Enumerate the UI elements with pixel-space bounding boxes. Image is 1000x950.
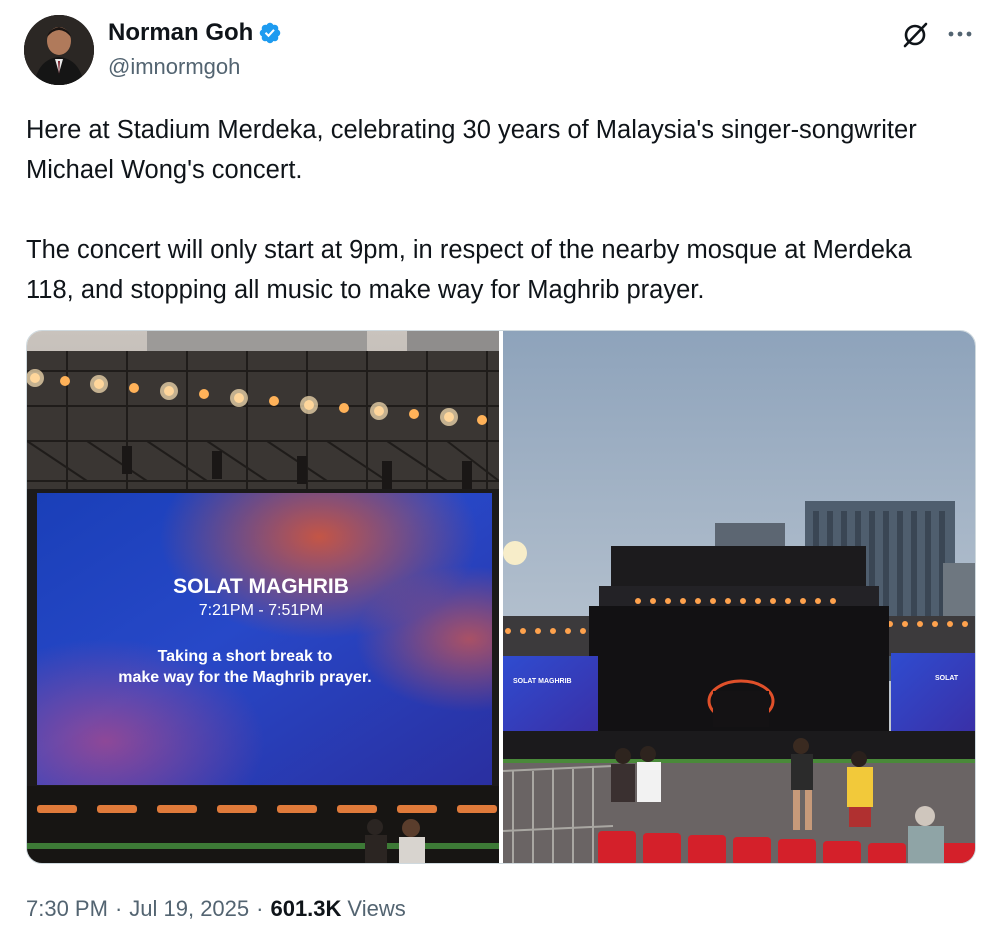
verified-badge-icon [260, 22, 281, 44]
photo-stage-at-dusk[interactable]: SOLAT MAGHRIB SOLAT [503, 331, 975, 863]
small-screen-text-overlay: SOLAT MAGHRIB SOLAT [513, 675, 959, 685]
more-icon[interactable] [946, 22, 974, 46]
author-name-row[interactable]: Norman Goh [108, 19, 282, 47]
tweet-meta: 7:30 PM · Jul 19, 2025 · 601.3K Views [26, 896, 406, 922]
avatar-image [24, 15, 94, 85]
screen-text-overlay: SOLAT MAGHRIB 7:21PM - 7:51PM Taking a s… [118, 575, 371, 686]
media-grid: SOLAT MAGHRIB 7:21PM - 7:51PM Taking a s… [26, 330, 976, 864]
meta-separator: · [114, 896, 123, 921]
small-screen-left-title: SOLAT MAGHRIB [513, 678, 572, 685]
screen-line-2: make way for the Maghrib prayer. [118, 669, 371, 686]
views-count: 601.3K [270, 896, 342, 921]
tweet-time[interactable]: 7:30 PM [26, 896, 108, 922]
screen-time: 7:21PM - 7:51PM [199, 602, 324, 619]
author-handle[interactable]: @imnormgoh [108, 54, 240, 80]
tweet-paragraph-2: The concert will only start at 9pm, in r… [26, 236, 912, 304]
screen-title: SOLAT MAGHRIB [173, 575, 349, 598]
photo-solat-maghrib-screen[interactable]: SOLAT MAGHRIB 7:21PM - 7:51PM Taking a s… [27, 331, 499, 863]
tweet-date[interactable]: Jul 19, 2025 [129, 896, 249, 922]
meta-separator: · [256, 896, 264, 921]
avatar[interactable] [24, 15, 94, 85]
views-label: Views [347, 896, 406, 921]
tweet-paragraph-1: Here at Stadium Merdeka, celebrating 30 … [26, 116, 917, 184]
tweet-text: Here at Stadium Merdeka, celebrating 30 … [26, 110, 966, 310]
grok-icon[interactable] [900, 20, 930, 50]
small-screen-right-title: SOLAT [935, 675, 959, 682]
screen-line-1: Taking a short break to [158, 648, 333, 665]
author-name[interactable]: Norman Goh [108, 19, 253, 47]
